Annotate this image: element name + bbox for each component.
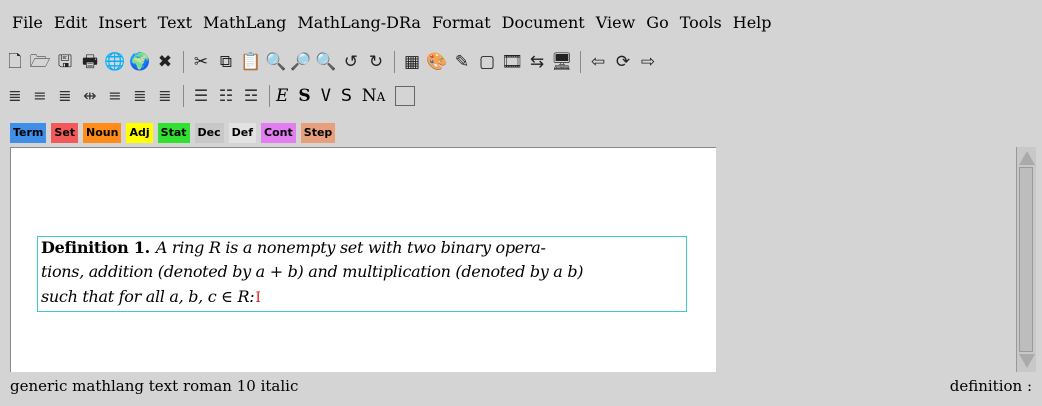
globe-icon[interactable]: 🌐 (104, 51, 126, 73)
film-icon[interactable]: 🎞 (501, 51, 523, 73)
definition-line-1: Definition 1. A ring R is a nonempty set … (41, 238, 546, 257)
verbatim-style-button[interactable]: V (321, 86, 331, 106)
screen-icon[interactable]: 🖥 (551, 51, 573, 73)
definition-line-2: tions, addition (denoted by a + b) and m… (41, 262, 584, 281)
tag-adj[interactable]: Adj (126, 123, 153, 143)
tag-term[interactable]: Term (10, 123, 47, 143)
tag-set[interactable]: Set (51, 123, 79, 143)
menu-document[interactable]: Document (502, 13, 585, 32)
numbered-list-icon[interactable]: ☷ (215, 85, 237, 107)
web-icon[interactable]: 🌍 (129, 51, 151, 73)
save-icon[interactable]: 🖫 (54, 51, 76, 73)
tag-def[interactable]: Def (228, 123, 257, 143)
menu-help[interactable]: Help (733, 13, 772, 32)
scroll-up-arrow-icon[interactable] (1019, 151, 1035, 165)
main-toolbar: 🗋 🗁 🖫 🖶 🌐 🌍 ✖ ✂ ⧉ 📋 🔍 🔎 🔍 ↺ ↻ ▦ 🎨 ✎ ▢ 🎞 ⇆ 🖥 ⇦ ⟳ ⇨ (4, 46, 662, 78)
undo-icon[interactable]: ↺ (340, 51, 362, 73)
align-justify-icon[interactable]: ≣ (54, 85, 76, 107)
open-folder-icon[interactable]: 🗁 (29, 51, 51, 73)
copy-icon[interactable]: ⧉ (215, 51, 237, 73)
emphasize-style-button[interactable]: E (276, 86, 288, 106)
strong-style-button[interactable]: S (298, 86, 310, 106)
paste-icon[interactable]: 📋 (240, 51, 262, 73)
tag-dec[interactable]: Dec (194, 123, 224, 143)
menu-mathlang[interactable]: MathLang (203, 13, 286, 32)
menu-tools[interactable]: Tools (680, 13, 722, 32)
close-x-icon[interactable]: ✖ (154, 51, 176, 73)
side-pane (716, 147, 1016, 372)
menu-go[interactable]: Go (646, 13, 668, 32)
menu-bar: File Edit Insert Text MathLang MathLang-DRa Fo… (0, 0, 1042, 44)
vertical-scrollbar[interactable] (1016, 147, 1036, 372)
image-icon[interactable]: 🎨 (426, 51, 448, 73)
status-left: generic mathlang text roman 10 italic (10, 377, 299, 395)
definition-line-3: such that for all a, b, c ∈ R:I (41, 287, 261, 306)
menu-format[interactable]: Format (432, 13, 491, 32)
print-icon[interactable]: 🖶 (79, 51, 101, 73)
color-palette-icon[interactable] (395, 86, 416, 106)
toolbar-separator (269, 85, 270, 107)
menu-text[interactable]: Text (158, 13, 192, 32)
table-icon[interactable]: ▦ (401, 51, 423, 73)
find-icon[interactable]: 🔍 (265, 51, 287, 73)
new-file-icon[interactable]: 🗋 (4, 51, 26, 73)
align-center-icon[interactable]: ≡ (29, 85, 51, 107)
toolbar-separator (580, 51, 581, 73)
format-toolbar: ≣ ≡ ≣ ⇹ ≡ ≣ ≣ ☰ ☷ ☲ E S V S Na (4, 80, 425, 112)
menu-insert[interactable]: Insert (98, 13, 146, 32)
align-indent-icon[interactable]: ⇹ (79, 85, 101, 107)
status-bar: generic mathlang text roman 10 italic de… (10, 374, 1036, 398)
name-style-button[interactable]: Na (362, 86, 386, 106)
text-cursor: I (255, 290, 261, 306)
align-right-block-icon[interactable]: ≡ (104, 85, 126, 107)
refresh-icon[interactable]: ⟳ (612, 51, 634, 73)
link-icon[interactable]: ⇆ (526, 51, 548, 73)
toolbar-separator (394, 51, 395, 73)
sans-serif-style-button[interactable]: S (341, 86, 352, 106)
frame-icon[interactable]: ▢ (476, 51, 498, 73)
scroll-down-arrow-icon[interactable] (1019, 354, 1035, 368)
menu-mathlang-dra[interactable]: MathLang-DRa (297, 13, 421, 32)
bullet-list-icon[interactable]: ☰ (190, 85, 212, 107)
definition-text-1: A ring R is a nonempty set with two bina… (155, 238, 546, 257)
tag-stat[interactable]: Stat (157, 123, 190, 143)
draw-icon[interactable]: ✎ (451, 51, 473, 73)
menu-file[interactable]: File (12, 13, 43, 32)
align-bottom-icon[interactable]: ≣ (129, 85, 151, 107)
text-style-group: E S V S Na (276, 86, 425, 106)
scrollbar-thumb[interactable] (1019, 167, 1033, 352)
description-list-icon[interactable]: ☲ (240, 85, 262, 107)
align-right-icon[interactable]: ≣ (154, 85, 176, 107)
back-arrow-icon[interactable]: ⇦ (587, 51, 609, 73)
toolbar-separator (183, 51, 184, 73)
toolbar-separator (183, 85, 184, 107)
tag-cont[interactable]: Cont (261, 123, 296, 143)
status-right: definition : (949, 377, 1032, 395)
tag-step[interactable]: Step (300, 123, 336, 143)
replace-icon[interactable]: 🔎 (290, 51, 312, 73)
redo-icon[interactable]: ↻ (365, 51, 387, 73)
menu-edit[interactable]: Edit (54, 13, 87, 32)
menu-view[interactable]: View (596, 13, 636, 32)
forward-arrow-icon[interactable]: ⇨ (637, 51, 659, 73)
definition-block[interactable]: Definition 1. A ring R is a nonempty set … (37, 236, 687, 312)
find-next-icon[interactable]: 🔍 (315, 51, 337, 73)
align-left-icon[interactable]: ≣ (4, 85, 26, 107)
mathlang-tag-bar: Term Set Noun Adj Stat Dec Def Cont Step (10, 122, 340, 144)
cut-icon[interactable]: ✂ (190, 51, 212, 73)
definition-text-3: such that for all a, b, c ∈ R: (41, 287, 255, 306)
definition-label: Definition 1. (41, 238, 150, 257)
tag-noun[interactable]: Noun (83, 123, 122, 143)
